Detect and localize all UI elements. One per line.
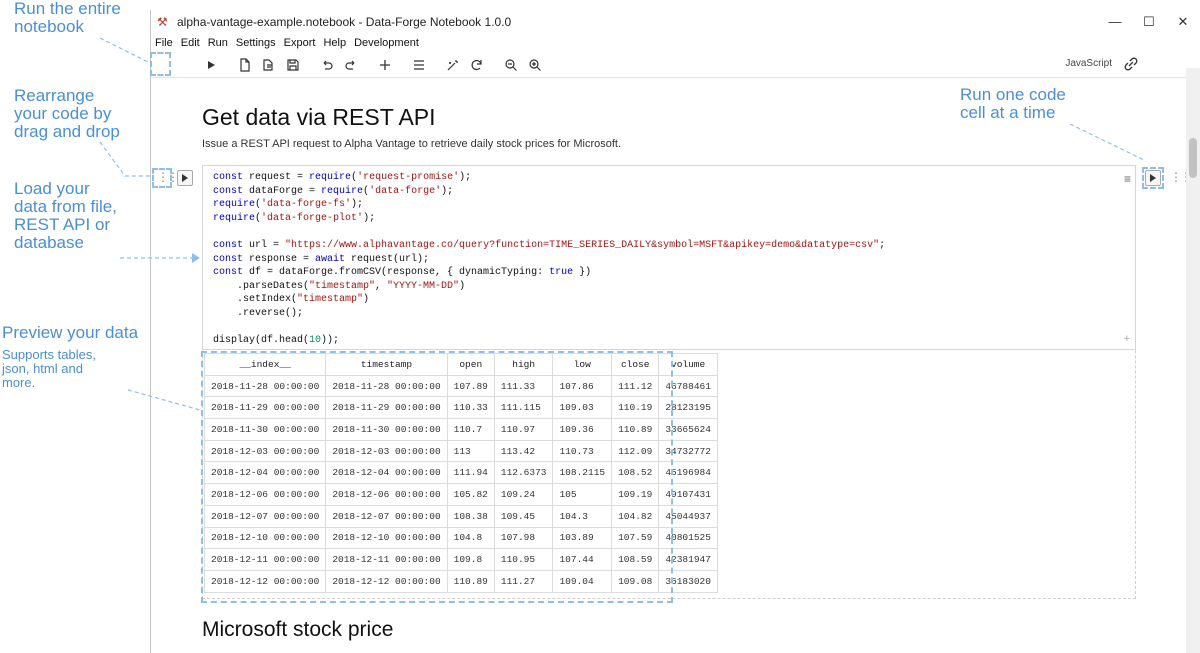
code-line: .parseDates("timestamp", "YYYY-MM-DD") bbox=[213, 280, 466, 292]
app-logo-icon: ⚒ bbox=[157, 15, 168, 29]
play-icon bbox=[182, 174, 188, 182]
code-line: require('data-forge-plot'); bbox=[213, 212, 376, 224]
highlight-output bbox=[201, 351, 673, 603]
annotation-preview-sub: Supports tables, json, html and more. bbox=[2, 348, 96, 390]
highlight-run-cell bbox=[1142, 167, 1164, 189]
menu-file[interactable]: File bbox=[155, 34, 173, 52]
annotation-load-data: Load your data from file, REST API or da… bbox=[14, 180, 117, 252]
menu-run[interactable]: Run bbox=[208, 34, 228, 52]
code-line: .setIndex("timestamp") bbox=[213, 294, 370, 306]
vertical-scrollbar[interactable] bbox=[1186, 68, 1200, 653]
maximize-button[interactable]: ☐ bbox=[1132, 10, 1166, 34]
zoom-out-icon[interactable] bbox=[501, 55, 521, 75]
leader-rearrange bbox=[99, 141, 150, 177]
notebook-area: Get data via REST API Issue a REST API r… bbox=[150, 52, 1192, 653]
minimize-button[interactable]: — bbox=[1098, 10, 1132, 34]
annotation-run-cell: Run one code cell at a time bbox=[960, 86, 1066, 122]
annotation-line: drag and drop bbox=[14, 122, 120, 141]
code-line: const response = await request(url); bbox=[213, 253, 430, 265]
add-below-icon[interactable]: + bbox=[1124, 333, 1130, 345]
annotation-line: notebook bbox=[14, 17, 84, 36]
annotation-run-notebook: Run the entire notebook bbox=[14, 0, 121, 36]
run-all-icon[interactable] bbox=[201, 55, 221, 75]
undo-icon[interactable] bbox=[317, 55, 337, 75]
menu-bar: File Edit Run Settings Export Help Devel… bbox=[151, 34, 1200, 52]
leader-run-notebook bbox=[99, 37, 149, 63]
page-description: Issue a REST API request to Alpha Vantag… bbox=[202, 138, 622, 150]
annotation-line: Run one code bbox=[960, 85, 1066, 104]
menu-settings[interactable]: Settings bbox=[236, 34, 276, 52]
annotation-line: data from file, bbox=[14, 197, 117, 216]
code-line: .reverse(); bbox=[213, 307, 304, 319]
section-heading: Microsoft stock price bbox=[202, 618, 394, 641]
annotation-line: your code by bbox=[14, 104, 112, 123]
save-icon[interactable] bbox=[283, 55, 303, 75]
close-button[interactable]: ✕ bbox=[1166, 10, 1200, 34]
window-title: alpha-vantage-example.notebook - Data-Fo… bbox=[177, 15, 512, 29]
annotation-line: Supports tables, bbox=[2, 347, 96, 362]
scrollbar-thumb[interactable] bbox=[1189, 138, 1197, 178]
annotation-line: REST API or bbox=[14, 215, 111, 234]
wand-icon[interactable] bbox=[443, 55, 463, 75]
add-cell-icon[interactable] bbox=[375, 55, 395, 75]
toolbar: JavaScript bbox=[151, 52, 1200, 78]
annotation-line: json, html and bbox=[2, 361, 83, 376]
title-bar: ⚒ alpha-vantage-example.notebook - Data-… bbox=[151, 10, 1200, 34]
window-controls: — ☐ ✕ bbox=[1098, 10, 1200, 34]
annotation-line: database bbox=[14, 233, 84, 252]
annotation-line: more. bbox=[2, 375, 36, 390]
code-editor[interactable]: const request = require('request-promise… bbox=[203, 166, 1135, 348]
redo-icon[interactable] bbox=[341, 55, 361, 75]
annotation-line: Rearrange bbox=[14, 86, 95, 105]
refresh-icon[interactable] bbox=[467, 55, 487, 75]
code-cell[interactable]: const request = require('request-promise… bbox=[202, 165, 1136, 350]
new-file-icon[interactable] bbox=[235, 55, 255, 75]
page-title: Get data via REST API bbox=[202, 104, 436, 130]
cell-menu-icon[interactable]: ≡ bbox=[1124, 172, 1131, 186]
highlight-run-all bbox=[150, 52, 171, 76]
run-cell-button-left[interactable] bbox=[177, 170, 193, 186]
code-line: const request = require('request-promise… bbox=[213, 172, 472, 183]
open-file-icon[interactable] bbox=[259, 55, 279, 75]
annotation-line: Load your bbox=[14, 179, 90, 198]
zoom-in-icon[interactable] bbox=[525, 55, 545, 75]
code-line: const dataForge = require('data-forge'); bbox=[213, 185, 454, 197]
highlight-drag bbox=[152, 168, 172, 188]
menu-export[interactable]: Export bbox=[284, 34, 316, 52]
language-selector[interactable]: JavaScript bbox=[1065, 58, 1112, 69]
annotation-preview-title: Preview your data bbox=[2, 323, 139, 342]
menu-icon[interactable] bbox=[409, 55, 429, 75]
menu-edit[interactable]: Edit bbox=[181, 34, 200, 52]
annotation-line: Run the entire bbox=[14, 0, 121, 18]
code-line: const df = dataForge.fromCSV(response, {… bbox=[213, 267, 592, 279]
code-line: require('data-forge-fs'); bbox=[213, 199, 364, 211]
annotation-rearrange: Rearrange your code by drag and drop bbox=[14, 87, 120, 141]
code-line: const url = "https://www.alphavantage.co… bbox=[213, 239, 886, 251]
code-line: display(df.head(10)); bbox=[213, 335, 340, 347]
menu-help[interactable]: Help bbox=[323, 34, 346, 52]
annotation-line: cell at a time bbox=[960, 103, 1056, 122]
menu-development[interactable]: Development bbox=[354, 34, 419, 52]
link-icon[interactable] bbox=[1124, 57, 1138, 76]
